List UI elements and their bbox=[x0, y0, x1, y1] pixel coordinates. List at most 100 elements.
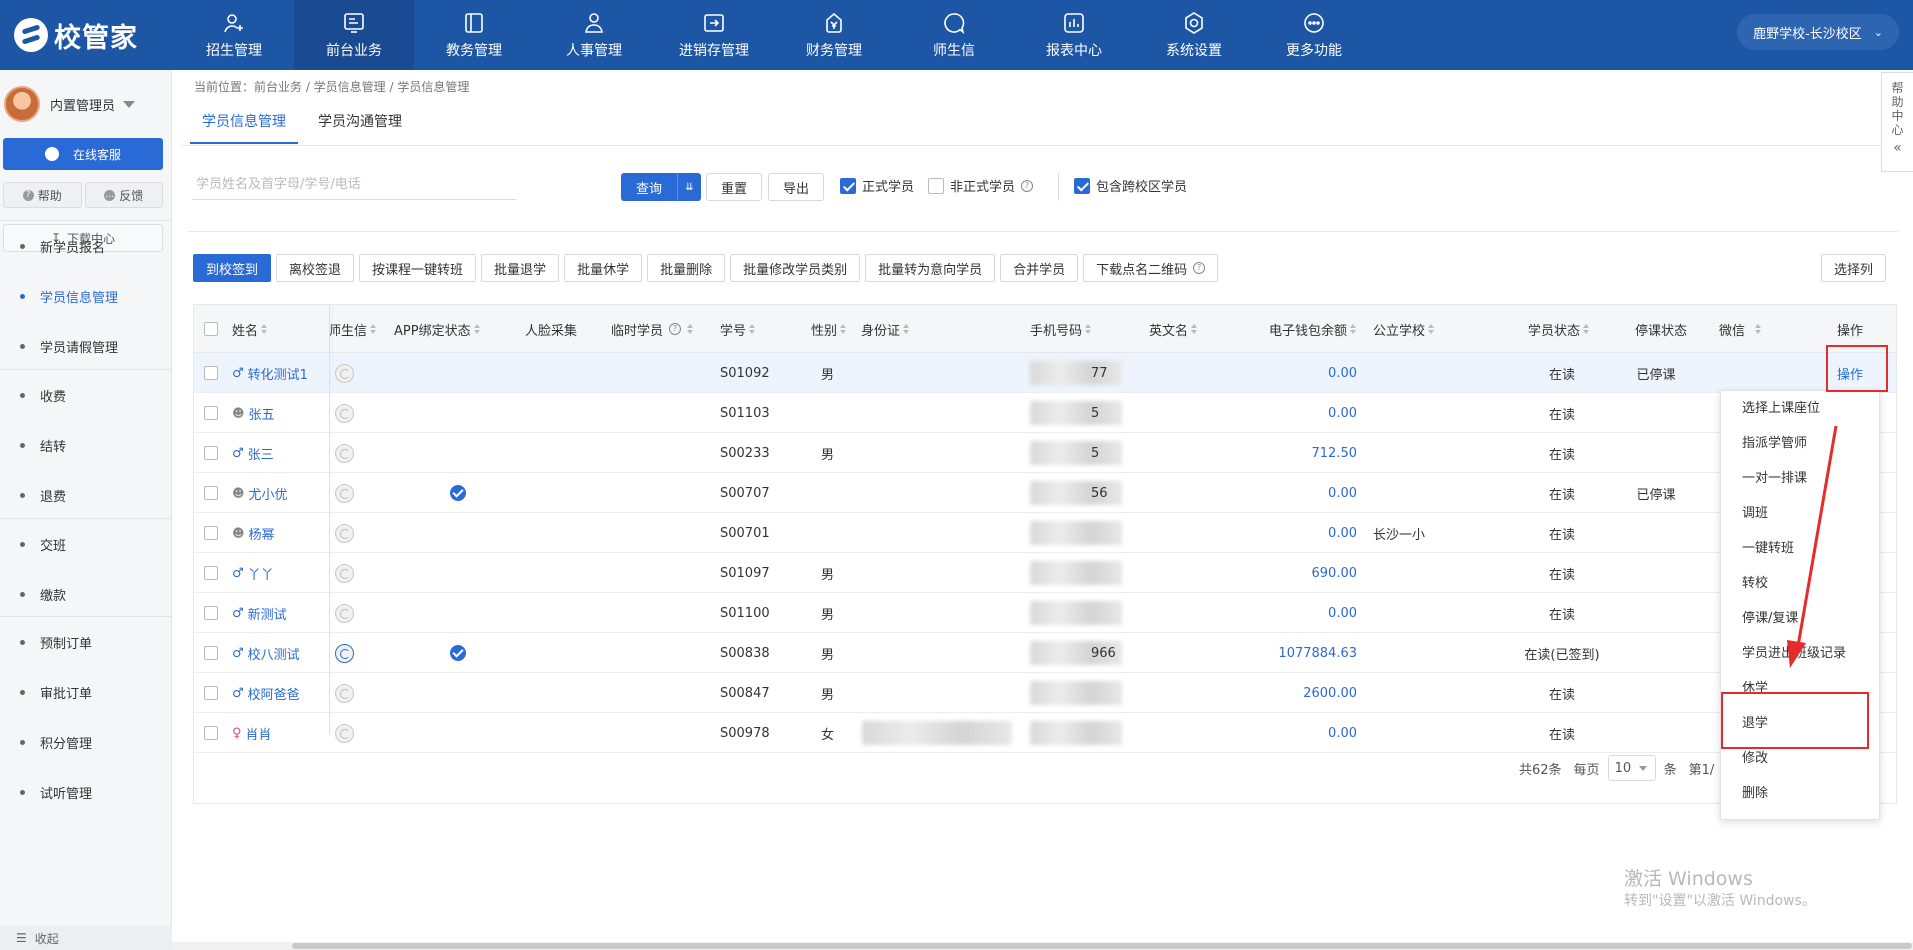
name-cell[interactable]: ♀ 肖肖 bbox=[232, 713, 272, 753]
nav-item-3[interactable]: 人事管理 bbox=[534, 0, 654, 70]
formal-student-checkbox[interactable] bbox=[840, 177, 856, 194]
sidebar-item-group1-2[interactable]: 学员请假管理 bbox=[0, 321, 172, 371]
wallet-balance[interactable]: 0.00 bbox=[1194, 513, 1357, 553]
sidebar-item-group1-1[interactable]: 学员信息管理 bbox=[0, 271, 172, 321]
wallet-balance[interactable]: 0.00 bbox=[1194, 353, 1357, 393]
action-button-4[interactable]: 批量休学 bbox=[564, 254, 643, 282]
table-row[interactable]: ♂ 校八测试 S00838 男 966 1077884.63 在读(已签到) bbox=[194, 633, 1896, 673]
row-checkbox[interactable] bbox=[204, 686, 218, 700]
student-name-link[interactable]: 新测试 bbox=[248, 604, 287, 623]
header-name[interactable]: 姓名 bbox=[232, 305, 268, 353]
wechat-status-icon[interactable] bbox=[335, 603, 354, 623]
student-name-link[interactable]: 肖肖 bbox=[246, 724, 272, 743]
student-search-input[interactable] bbox=[192, 170, 516, 200]
query-button[interactable]: 查询 ⇊ bbox=[621, 173, 701, 201]
menu-item-0[interactable]: 选择上课座位 bbox=[1721, 391, 1879, 426]
nav-item-8[interactable]: 系统设置 bbox=[1134, 0, 1254, 70]
formal-student-filter[interactable]: 正式学员 bbox=[840, 176, 914, 195]
export-button[interactable]: 导出 bbox=[768, 173, 824, 201]
wechat-status-icon[interactable] bbox=[335, 683, 354, 703]
row-checkbox[interactable] bbox=[204, 486, 218, 500]
double-chevron-left-icon[interactable]: « bbox=[1893, 141, 1902, 155]
menu-item-4[interactable]: 一键转班 bbox=[1721, 531, 1879, 566]
name-cell[interactable]: ♂ 张三 bbox=[232, 433, 274, 473]
action-button-0[interactable]: 到校签到 bbox=[193, 254, 272, 282]
sort-icon[interactable] bbox=[1350, 324, 1357, 334]
row-checkbox[interactable] bbox=[204, 406, 218, 420]
action-button-1[interactable]: 离校签退 bbox=[276, 254, 355, 282]
header-phone[interactable]: 手机号码 bbox=[1030, 305, 1092, 353]
tab-student-info[interactable]: 学员信息管理 bbox=[190, 100, 298, 144]
table-row[interactable]: ☻ 张五 S01103 5 0.00 在读 bbox=[194, 393, 1896, 433]
table-row[interactable]: ♀ 肖肖 S00978 女 0.00 在读 bbox=[194, 713, 1896, 753]
help-icon[interactable]: ? bbox=[1193, 262, 1206, 274]
sort-icon[interactable] bbox=[1085, 324, 1092, 334]
wallet-balance[interactable]: 712.50 bbox=[1194, 433, 1358, 473]
sidebar-item-group2-0[interactable]: 收费 bbox=[0, 370, 172, 420]
menu-item-2[interactable]: 一对一排课 bbox=[1721, 461, 1879, 496]
sort-icon[interactable] bbox=[370, 324, 377, 334]
cross-campus-checkbox[interactable] bbox=[1074, 177, 1090, 194]
app-logo[interactable]: 校管家 bbox=[14, 12, 138, 58]
menu-item-5[interactable]: 转校 bbox=[1721, 566, 1879, 601]
action-button-5[interactable]: 批量删除 bbox=[647, 254, 726, 282]
header-no[interactable]: 学号 bbox=[720, 305, 756, 353]
nav-item-2[interactable]: 教务管理 bbox=[414, 0, 534, 70]
student-name-link[interactable]: 转化测试1 bbox=[248, 364, 308, 383]
name-cell[interactable]: ♂ 新测试 bbox=[232, 593, 287, 633]
sort-icon[interactable] bbox=[903, 324, 910, 334]
wechat-status-icon[interactable] bbox=[335, 363, 354, 383]
row-checkbox[interactable] bbox=[204, 526, 218, 540]
sort-icon[interactable] bbox=[749, 324, 756, 334]
help-icon[interactable]: ? bbox=[669, 323, 682, 335]
sidebar-item-group3-1[interactable]: 缴款 bbox=[0, 569, 172, 619]
row-checkbox[interactable] bbox=[204, 566, 218, 580]
sort-icon[interactable] bbox=[1428, 324, 1435, 334]
action-button-2[interactable]: 按课程一键转班 bbox=[359, 254, 477, 282]
name-cell[interactable]: ♂ 转化测试1 bbox=[232, 353, 308, 393]
header-en[interactable]: 英文名 bbox=[1149, 305, 1198, 353]
student-name-link[interactable]: 杨幂 bbox=[249, 524, 275, 543]
header-wallet[interactable]: 电子钱包余额 bbox=[1269, 305, 1357, 353]
sidebar-item-group2-1[interactable]: 结转 bbox=[0, 420, 172, 470]
wechat-status-icon[interactable] bbox=[335, 643, 354, 663]
table-row[interactable]: ♂ 张三 S00233 男 5 712.50 在读 bbox=[194, 433, 1896, 473]
horizontal-scrollbar[interactable] bbox=[172, 942, 1913, 950]
student-name-link[interactable]: 张五 bbox=[249, 404, 275, 423]
row-checkbox[interactable] bbox=[204, 606, 218, 620]
wallet-balance[interactable]: 0.00 bbox=[1194, 473, 1357, 513]
help-icon[interactable]: ? bbox=[1021, 179, 1034, 192]
row-checkbox[interactable] bbox=[204, 726, 218, 740]
sort-icon[interactable] bbox=[1755, 324, 1762, 334]
header-temp[interactable]: 临时学员? bbox=[611, 305, 694, 353]
sidebar-item-group2-2[interactable]: 退费 bbox=[0, 470, 172, 520]
sort-icon[interactable] bbox=[687, 324, 694, 334]
nav-item-6[interactable]: 师生信 bbox=[894, 0, 1014, 70]
table-row[interactable]: ♂ 转化测试1 S01092 男 77 0.00 在读 已停课 操作 bbox=[194, 353, 1896, 393]
action-button-6[interactable]: 批量修改学员类别 bbox=[730, 254, 861, 282]
page-size-select[interactable]: 10 bbox=[1607, 755, 1656, 781]
wechat-status-icon[interactable] bbox=[335, 483, 354, 503]
tab-student-communication[interactable]: 学员沟通管理 bbox=[306, 100, 414, 144]
wallet-balance[interactable]: 690.00 bbox=[1194, 553, 1358, 593]
wechat-status-icon[interactable] bbox=[335, 563, 354, 583]
nav-item-9[interactable]: 更多功能 bbox=[1254, 0, 1374, 70]
header-app[interactable]: APP绑定状态 bbox=[394, 305, 481, 353]
sidebar-item-group4-3[interactable]: 试听管理 bbox=[0, 767, 172, 817]
sort-icon[interactable] bbox=[840, 324, 847, 334]
name-cell[interactable]: ♂ 校八测试 bbox=[232, 633, 300, 673]
name-cell[interactable]: ♂ 丫丫 bbox=[232, 553, 274, 593]
wechat-status-icon[interactable] bbox=[335, 403, 354, 423]
table-row[interactable]: ♂ 校阿爸爸 S00847 男 2600.00 在读 bbox=[194, 673, 1896, 713]
table-row[interactable]: ♂ 丫丫 S01097 男 690.00 在读 bbox=[194, 553, 1896, 593]
row-checkbox[interactable] bbox=[204, 366, 218, 380]
collapse-sidebar-button[interactable]: ☰ 收起 bbox=[0, 926, 172, 950]
menu-item-6[interactable]: 停课/复课 bbox=[1721, 601, 1879, 636]
campus-selector[interactable]: 鹿野学校-长沙校区 ⌄ bbox=[1737, 14, 1899, 50]
wallet-balance[interactable]: 0.00 bbox=[1194, 713, 1357, 753]
nav-item-7[interactable]: 报表中心 bbox=[1014, 0, 1134, 70]
header-status[interactable]: 学员状态 bbox=[1528, 305, 1590, 353]
sort-icon[interactable] bbox=[261, 324, 268, 334]
sidebar-item-group3-0[interactable]: 交班 bbox=[0, 519, 172, 569]
wechat-status-icon[interactable] bbox=[335, 523, 354, 543]
